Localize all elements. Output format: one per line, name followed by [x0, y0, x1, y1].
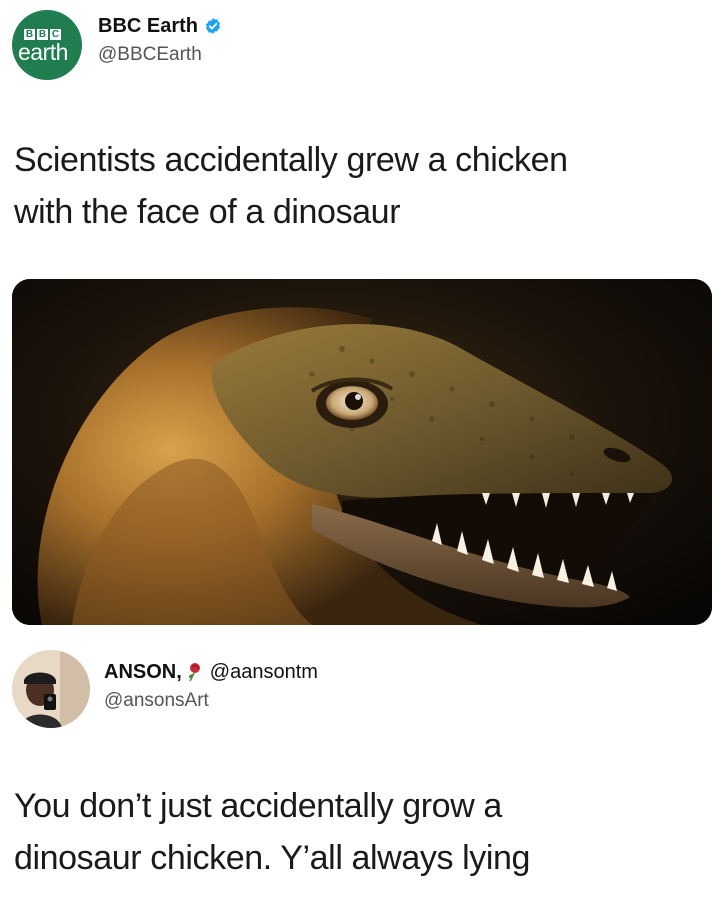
reply-user-block: ANSON, @aansontm @ansonsArt [104, 660, 318, 712]
tweet-author-name[interactable]: BBC Earth [98, 14, 198, 38]
bbc-earth-avatar[interactable]: B B C earth [12, 10, 82, 80]
bbc-earth-logo-word: earth [18, 39, 68, 65]
reply-text-line: dinosaur chicken. Y’all always lying [14, 839, 531, 877]
tweet-header: B B C earth BBC Earth @BBCEarth [12, 10, 222, 80]
tweet-text-line: Scientists accidentally grew a chicken [14, 141, 568, 179]
tweet-text: Scientists accidentally grew a chicken w… [14, 134, 704, 238]
anson-avatar-picture [12, 650, 90, 728]
tweet-text-line: with the face of a dinosaur [14, 193, 401, 231]
tweet-user-block: BBC Earth @BBCEarth [98, 14, 222, 66]
reply-header: ANSON, @aansontm @ansonsArt [12, 650, 318, 728]
dinosaur-chicken-illustration [12, 279, 712, 625]
reply-text: You don’t just accidentally grow a dinos… [14, 780, 704, 884]
tweet-media-image[interactable] [12, 279, 712, 625]
reply-text-line: You don’t just accidentally grow a [14, 787, 502, 825]
rose-icon [188, 663, 200, 682]
reply-name-row: ANSON, @aansontm [104, 660, 318, 684]
avatar[interactable] [12, 650, 90, 728]
reply-name-suffix[interactable]: @aansontm [210, 660, 318, 684]
verified-badge-icon [205, 18, 221, 34]
reply-author-handle[interactable]: @ansonsArt [104, 690, 318, 712]
tweet-name-row: BBC Earth [98, 14, 222, 38]
tweet-author-handle[interactable]: @BBCEarth [98, 44, 222, 66]
reply-author-name[interactable]: ANSON, [104, 660, 182, 684]
